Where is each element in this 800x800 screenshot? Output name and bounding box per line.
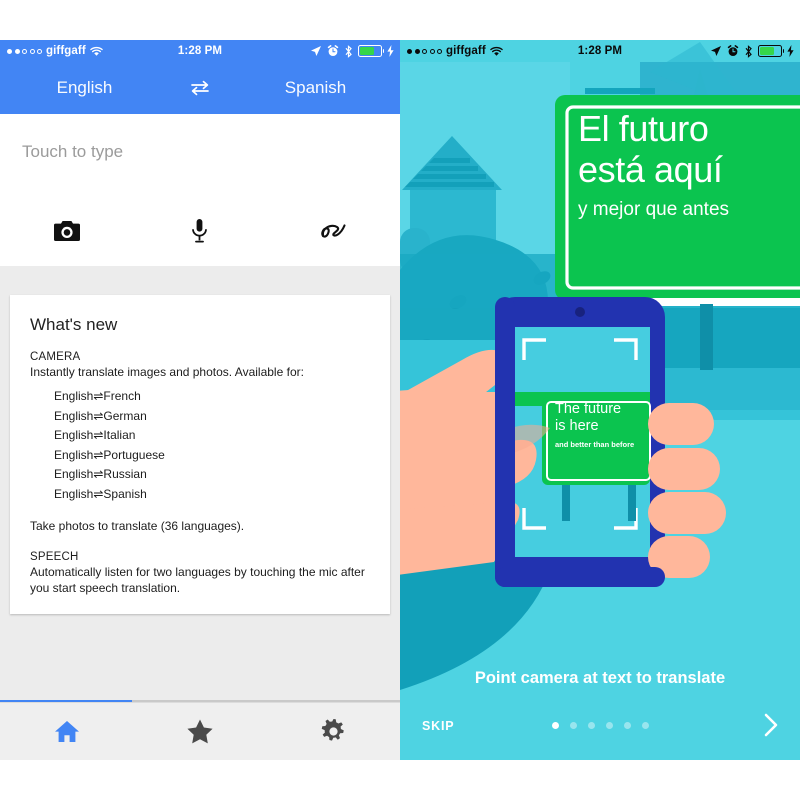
- alarm-clock-icon: [727, 45, 739, 56]
- list-item: English⇌Portuguese: [54, 447, 165, 462]
- whats-new-card: What's new CAMERA Instantly translate im…: [10, 295, 390, 615]
- text-input-placeholder[interactable]: Touch to type: [22, 142, 123, 162]
- sign-line-1: El futuro: [578, 108, 709, 149]
- sign-line-2: está aquí: [578, 149, 723, 191]
- page-dot[interactable]: [587, 722, 595, 729]
- charging-bolt-icon: [787, 45, 794, 57]
- status-bar-left: giffgaff: [0, 45, 103, 57]
- screen-sign-line-3: and better than before: [555, 439, 635, 449]
- language-pair-list: English⇌French English⇌German English⇌It…: [28, 389, 372, 501]
- left-status-bar: giffgaff 1:28 PM: [0, 40, 400, 62]
- gear-icon: [321, 719, 344, 741]
- onboarding-caption: Point camera at text to translate: [474, 669, 726, 687]
- list-item: English⇌Italian: [54, 428, 136, 443]
- tab-settings[interactable]: [267, 719, 400, 744]
- status-bar-left: giffgaff: [400, 45, 503, 57]
- list-item: English⇌Spanish: [54, 486, 147, 501]
- signal-strength-icon: [407, 48, 442, 54]
- phone-screen-sign-text: The future is here and better than befor…: [555, 401, 651, 449]
- input-method-row: [0, 206, 400, 256]
- swap-languages-button[interactable]: [169, 80, 231, 96]
- carrier-label: giffgaff: [446, 45, 486, 57]
- charging-bolt-icon: [387, 45, 394, 57]
- target-language-button[interactable]: Spanish: [231, 78, 400, 98]
- section-heading: SPEECH: [30, 550, 79, 563]
- left-phone-screen: giffgaff 1:28 PM English Spanish Touch t…: [0, 40, 400, 760]
- star-icon: [187, 719, 213, 744]
- page-dot[interactable]: [641, 722, 649, 729]
- alarm-clock-icon: [327, 45, 339, 56]
- wifi-icon: [490, 46, 503, 56]
- right-phone-screen: El futuro está aquí y mejor que antes Th…: [400, 40, 800, 760]
- section-body: Automatically listen for two languages b…: [30, 564, 365, 596]
- list-item: English⇌Russian: [54, 467, 147, 482]
- signal-strength-icon: [7, 48, 42, 54]
- bluetooth-icon: [745, 44, 752, 58]
- next-page-button[interactable]: [758, 712, 784, 738]
- section-camera: CAMERA Instantly translate images and ph…: [28, 351, 372, 534]
- section-heading: CAMERA: [30, 351, 81, 363]
- list-item: English⇌German: [54, 408, 147, 423]
- page-dot[interactable]: [569, 722, 577, 729]
- voice-input-button[interactable]: [133, 219, 266, 243]
- source-language-button[interactable]: English: [0, 78, 169, 98]
- microphone-icon: [192, 219, 208, 243]
- section-footer: Take photos to translate (36 languages).: [30, 518, 245, 533]
- tab-starred[interactable]: [133, 719, 266, 744]
- screenshot-root: giffgaff 1:28 PM English Spanish Touch t…: [0, 0, 800, 800]
- screen-sign-line-2: is here: [555, 418, 599, 435]
- section-body: Instantly translate images and photos. A…: [30, 365, 304, 379]
- right-status-bar: giffgaff 1:28 PM: [400, 40, 800, 62]
- status-bar-right: [710, 44, 800, 58]
- camera-input-button[interactable]: [0, 220, 133, 242]
- tab-home[interactable]: [0, 720, 133, 743]
- carrier-label: giffgaff: [46, 45, 86, 57]
- language-selector-bar: English Spanish: [0, 62, 400, 114]
- battery-icon: [758, 45, 784, 57]
- home-icon: [54, 721, 79, 742]
- status-bar-right: [310, 44, 400, 58]
- battery-icon: [358, 45, 384, 57]
- chevron-right-icon: [764, 713, 778, 737]
- page-dot[interactable]: [623, 722, 631, 729]
- swap-horizontal-icon: [191, 80, 209, 96]
- section-speech: SPEECH Automatically listen for two lang…: [28, 551, 372, 596]
- bluetooth-icon: [345, 44, 352, 58]
- handwriting-icon: [321, 224, 346, 238]
- list-item: English⇌French: [54, 389, 141, 404]
- screen-sign-line-1: The future: [555, 401, 622, 417]
- handwriting-input-button[interactable]: [267, 220, 400, 242]
- road-sign-text: El futuro está aquí y mejor que antes: [578, 108, 800, 221]
- bottom-tab-bar: [0, 702, 400, 760]
- page-dot[interactable]: [605, 722, 613, 729]
- location-arrow-icon: [311, 46, 321, 56]
- sign-line-3: y mejor que antes: [578, 199, 730, 221]
- camera-icon: [53, 220, 80, 241]
- card-title: What's new: [30, 315, 118, 334]
- location-arrow-icon: [711, 46, 721, 56]
- translation-input-area: Touch to type: [0, 114, 400, 266]
- page-dot[interactable]: [551, 722, 559, 729]
- page-indicator-dots: [400, 722, 800, 729]
- wifi-icon: [90, 46, 103, 56]
